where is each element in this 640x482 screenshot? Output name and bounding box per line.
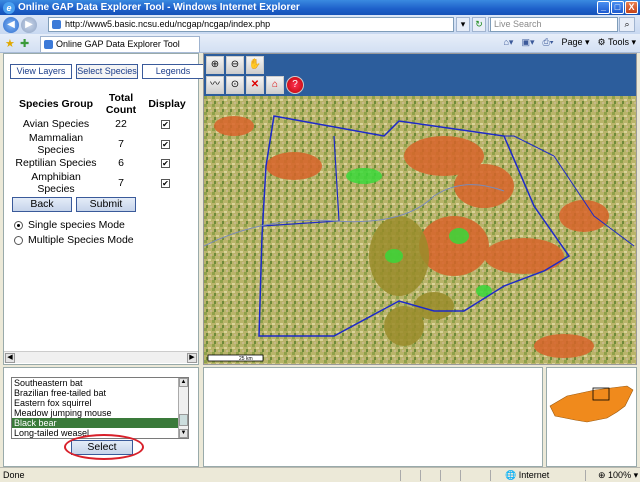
map-panel: ⊕ ⊖ ✋ 〰 ⊙ ✕ ⌂ ? 25 km [203,53,637,365]
help-icon[interactable]: ? [286,76,304,94]
tools-menu-label: Tools [607,37,629,47]
panel-horizontal-scrollbar[interactable]: ◀ ▶ [4,351,198,363]
display-checkbox-mammalian[interactable]: ✔ [161,140,170,149]
home-icon[interactable]: ⌂ [266,76,284,94]
single-mode-label: Single species Mode [28,219,125,231]
status-divider [400,470,401,481]
highlight-oval [64,434,144,460]
refresh-icon[interactable]: ↻ [472,17,486,32]
row-count-amphibian: 7 [118,177,124,189]
page-icon [52,20,61,29]
zoom-in-icon[interactable]: ⊕ [206,56,224,74]
search-input[interactable]: Live Search [490,17,618,32]
row-label-mammalian: Mammalian Species [28,132,84,156]
row-count-avian: 22 [115,118,127,130]
header-species-group: Species Group [18,98,94,110]
listbox-scrollbar[interactable]: ▲ ▼ [178,378,188,438]
address-dropdown-button[interactable]: ▾ [456,17,470,32]
nc-state-shape [549,385,634,423]
pan-hand-icon[interactable]: ✋ [246,56,264,74]
list-item[interactable]: Brazilian free-tailed bat [12,388,188,398]
ie-logo-icon: e [3,1,15,14]
address-bar[interactable]: http://www5.basic.ncsu.edu/ncgap/ncgap/i… [48,17,454,32]
forward-nav-button[interactable]: ▶ [21,16,37,33]
scroll-up-icon[interactable]: ▲ [179,378,188,387]
species-list-panel: Southeastern bat Brazilian free-tailed b… [3,367,199,467]
add-favorite-icon[interactable]: ✚ [20,37,29,50]
multiple-mode-label: Multiple Species Mode [28,234,134,246]
map-scale-label: 25 km [239,356,253,362]
tab-select-species[interactable]: Select Species [76,64,138,79]
nc-locator-map [549,385,634,423]
list-item[interactable]: Meadow jumping mouse [12,408,188,418]
zoom-extent-icon[interactable]: ⊙ [226,76,244,94]
search-icon[interactable]: ⌕ [619,17,635,32]
zoom-level[interactable]: ⊕ 100% ▾ [598,468,638,482]
home-browser-icon[interactable]: ⌂▾ [504,37,514,48]
submit-button[interactable]: Submit [76,197,136,212]
row-label-avian: Avian Species [22,118,90,130]
list-item-selected[interactable]: Black bear [12,418,188,428]
measure-icon[interactable]: 〰 [206,76,224,94]
zone-label: Internet [518,470,550,480]
tab-page-icon [44,40,53,49]
display-checkbox-amphibian[interactable]: ✔ [161,179,170,188]
favorites-star-icon[interactable]: ★ [5,37,15,50]
species-panel: View Layers Select Species Legends Speci… [3,53,204,365]
tab-title: Online GAP Data Explorer Tool [56,39,180,49]
minimize-button[interactable]: _ [597,1,610,14]
status-text: Done [3,470,25,480]
row-label-amphibian: Amphibian Species [31,171,81,195]
row-count-reptilian: 6 [118,157,124,169]
print-icon[interactable]: ⎙▾ [543,37,554,48]
map-toolbar: ⊕ ⊖ ✋ 〰 ⊙ ✕ ⌂ ? [204,54,636,96]
scroll-left-icon[interactable]: ◀ [5,353,15,363]
status-divider [490,470,491,481]
back-button[interactable]: Back [12,197,72,212]
scroll-right-icon[interactable]: ▶ [187,353,197,363]
status-divider [460,470,461,481]
feeds-icon[interactable]: ▣▾ [521,37,534,48]
map-scale-bar [207,354,264,362]
page-menu-label: Page [561,37,583,47]
display-checkbox-avian[interactable]: ✔ [161,120,170,129]
address-text: http://www5.basic.ncsu.edu/ncgap/ncgap/i… [65,19,271,29]
species-listbox[interactable]: Southeastern bat Brazilian free-tailed b… [11,377,189,439]
page-menu[interactable]: Page ▾ [561,37,589,48]
habitat-map[interactable]: 25 km [204,96,637,365]
window-title: Online GAP Data Explorer Tool - Windows … [18,2,300,13]
address-row: ◀ ▶ http://www5.basic.ncsu.edu/ncgap/ncg… [0,15,640,34]
browser-tab[interactable]: Online GAP Data Explorer Tool [40,36,200,52]
zoom-out-icon[interactable]: ⊖ [226,56,244,74]
scroll-thumb[interactable] [179,414,188,426]
back-nav-button[interactable]: ◀ [3,16,19,33]
header-display: Display [148,98,186,110]
close-button[interactable]: X [625,1,638,14]
maximize-button[interactable]: □ [611,1,624,14]
row-count-mammalian: 7 [118,138,124,150]
locator-map-panel [546,367,637,467]
clear-icon[interactable]: ✕ [246,76,264,94]
tab-legends[interactable]: Legends [142,64,204,79]
zoom-label: 100% [608,470,632,480]
row-label-reptilian: Reptilian Species [15,157,97,169]
tools-menu[interactable]: ⚙ Tools ▾ [598,37,636,48]
tab-view-layers[interactable]: View Layers [10,64,72,79]
multiple-mode-radio[interactable] [14,236,23,245]
scroll-down-icon[interactable]: ▼ [179,429,188,438]
status-divider [440,470,441,481]
status-divider [585,470,586,481]
display-checkbox-reptilian[interactable]: ✔ [161,159,170,168]
window-titlebar: e Online GAP Data Explorer Tool - Window… [0,0,640,15]
list-item[interactable]: Eastern fox squirrel [12,398,188,408]
tab-row: ★ ✚ Online GAP Data Explorer Tool ⌂▾ ▣▾ … [0,34,640,53]
list-item[interactable]: Southeastern bat [12,378,188,388]
status-bar: Done 🌐 Internet ⊕ 100% ▾ [0,467,640,482]
single-mode-radio[interactable] [14,221,23,230]
info-panel [203,367,543,467]
status-divider [420,470,421,481]
header-total-count: Total Count [105,92,137,116]
security-zone: 🌐 Internet [505,470,550,480]
